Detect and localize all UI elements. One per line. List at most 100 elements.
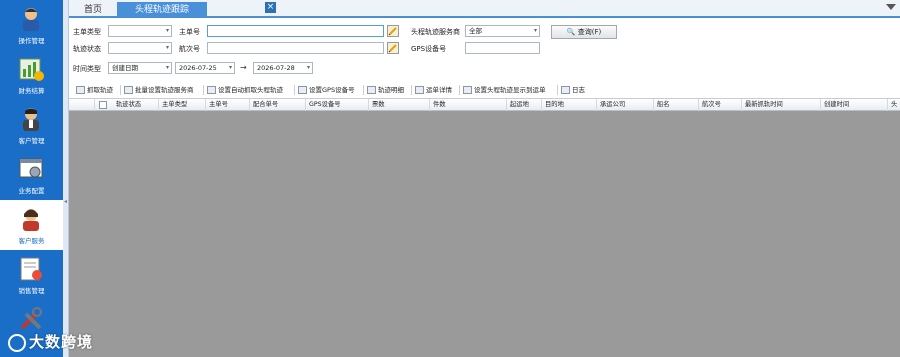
- customer-icon: [23, 108, 39, 131]
- link-icon: [463, 86, 472, 94]
- log-icon: [561, 86, 570, 94]
- track-detail-label: 轨迹明细: [378, 86, 404, 94]
- operator-icon: [23, 8, 39, 31]
- provider-label: 头程轨迹服务商: [411, 28, 460, 36]
- master-no-input[interactable]: [207, 25, 384, 37]
- grid-body[interactable]: [69, 111, 900, 357]
- sidebar: 操作管理 财务结算 客户管理 业务配置 客户服务 销售管理: [0, 0, 70, 357]
- sidebar-item-service[interactable]: 客户服务: [0, 200, 70, 250]
- action-toolbar: 抓取轨迹 批量设置轨迹服务商 设置自动抓取头程轨迹 设置GPS设备号 轨迹明细 …: [69, 82, 900, 97]
- column-header[interactable]: GPS设备号: [306, 99, 369, 111]
- chevron-down-icon: ▾: [165, 64, 169, 71]
- column-header[interactable]: 件数: [430, 99, 507, 111]
- track-detail-button[interactable]: 轨迹明细: [363, 84, 404, 96]
- close-tab-icon[interactable]: ×: [265, 2, 276, 13]
- tab-first-leg-tracking[interactable]: 头程轨迹跟踪: [117, 2, 207, 18]
- finance-icon: [19, 58, 44, 81]
- chevron-down-icon: ▾: [306, 64, 310, 71]
- column-header[interactable]: 主单类型: [159, 99, 206, 111]
- column-header[interactable]: 票数: [369, 99, 430, 111]
- time-type-select[interactable]: 创建日期 ▾: [108, 62, 172, 74]
- pencil-picker-icon[interactable]: [387, 42, 399, 54]
- sidebar-item-sales[interactable]: 销售管理: [0, 250, 63, 300]
- waybill-icon: [415, 86, 424, 94]
- chevron-down-icon: ▾: [533, 27, 537, 34]
- time-type-label: 时间类型: [73, 65, 101, 73]
- sidebar-item-label: 客户服务: [18, 237, 45, 245]
- sidebar-item-label: 客户管理: [18, 137, 45, 145]
- column-header[interactable]: 头: [888, 99, 900, 111]
- show-track-on-waybill-label: 设置头程轨迹显示到运单: [474, 86, 546, 94]
- headset-agent-icon: [23, 209, 39, 231]
- track-status-select[interactable]: ▾: [108, 42, 172, 54]
- date-range-arrow: →: [240, 63, 247, 72]
- watermark-logo-icon: [8, 333, 26, 352]
- date-to-value: 2026-07-28: [257, 64, 295, 72]
- tools-icon: [20, 307, 42, 330]
- auto-fetch-icon: [207, 86, 216, 94]
- show-track-on-waybill-button[interactable]: 设置头程轨迹显示到运单: [459, 84, 546, 96]
- set-gps-button[interactable]: 设置GPS设备号: [294, 84, 355, 96]
- batch-set-provider-button[interactable]: 批量设置轨迹服务商: [120, 84, 194, 96]
- fetch-track-button[interactable]: 抓取轨迹: [76, 84, 113, 96]
- chevron-down-icon: ▾: [165, 44, 169, 51]
- column-header[interactable]: 目的地: [542, 99, 597, 111]
- batch-edit-icon: [124, 86, 133, 94]
- date-to-picker[interactable]: 2026-07-28 ▾: [253, 62, 313, 74]
- sidebar-item-customer[interactable]: 客户管理: [0, 100, 63, 150]
- master-no-label: 主单号: [179, 28, 200, 36]
- sidebar-item-operation[interactable]: 操作管理: [0, 0, 63, 50]
- sidebar-item-label: 业务配置: [18, 187, 45, 195]
- sidebar-item-label: 操作管理: [18, 37, 45, 45]
- select-all-checkbox[interactable]: [99, 101, 107, 109]
- flight-no-input[interactable]: [207, 42, 384, 54]
- batch-set-provider-label: 批量设置轨迹服务商: [135, 86, 194, 94]
- auto-fetch-button[interactable]: 设置自动抓取头程轨迹: [203, 84, 283, 96]
- auto-fetch-label: 设置自动抓取头程轨迹: [218, 86, 283, 94]
- flight-no-label: 航次号: [179, 45, 200, 53]
- master-type-select[interactable]: ▾: [108, 25, 172, 37]
- provider-value: 全部: [469, 27, 482, 35]
- sidebar-item-label: 财务结算: [18, 87, 45, 95]
- sidebar-item-finance[interactable]: 财务结算: [0, 50, 63, 100]
- watermark-text: 大数跨境: [29, 333, 94, 351]
- date-from-picker[interactable]: 2026-07-25 ▾: [175, 62, 235, 74]
- chevron-down-icon: ▾: [228, 64, 232, 71]
- column-header[interactable]: 最新抓轨时间: [742, 99, 821, 111]
- detail-icon: [367, 86, 376, 94]
- log-label: 日志: [572, 86, 585, 94]
- waybill-detail-label: 运单详情: [426, 86, 452, 94]
- watermark: 大数跨境: [8, 331, 93, 352]
- tab-menu-caret-icon[interactable]: [886, 4, 896, 10]
- row-indicator-column: [69, 99, 95, 111]
- waybill-detail-button[interactable]: 运单详情: [411, 84, 452, 96]
- pencil-picker-icon[interactable]: [387, 25, 399, 37]
- sidebar-item-config[interactable]: 业务配置: [0, 150, 63, 200]
- column-header[interactable]: 起运地: [507, 99, 542, 111]
- log-button[interactable]: 日志: [557, 84, 585, 96]
- date-from-value: 2026-07-25: [179, 64, 217, 72]
- column-header[interactable]: 航次号: [699, 99, 742, 111]
- time-type-value: 创建日期: [112, 64, 138, 72]
- filter-panel: 主单类型 ▾ 主单号 头程轨迹服务商 全部 ▾ 🔍 查询(F) 轨迹状态 ▾ 航次…: [69, 20, 900, 82]
- chevron-down-icon: ▾: [165, 27, 169, 34]
- column-header[interactable]: 承运公司: [597, 99, 654, 111]
- tab-bar: 首页 头程轨迹跟踪 ×: [69, 0, 900, 18]
- search-icon: 🔍: [566, 28, 576, 36]
- column-header[interactable]: 配合单号: [250, 99, 306, 111]
- sidebar-item-label: 销售管理: [18, 287, 45, 295]
- query-button[interactable]: 🔍 查询(F): [551, 25, 617, 39]
- fetch-icon: [76, 86, 85, 94]
- collapse-arrow-icon[interactable]: ◂: [64, 198, 67, 205]
- tab-home[interactable]: 首页: [69, 2, 117, 18]
- gps-input[interactable]: [465, 42, 540, 54]
- track-status-label: 轨迹状态: [73, 45, 101, 53]
- provider-select[interactable]: 全部 ▾: [465, 25, 540, 37]
- query-button-label: 查询(F): [577, 28, 602, 36]
- column-header[interactable]: 主单号: [206, 99, 250, 111]
- gps-label: GPS设备号: [411, 45, 447, 53]
- column-header[interactable]: 轨迹状态: [113, 99, 159, 111]
- column-header[interactable]: 创建时间: [821, 99, 888, 111]
- column-header[interactable]: 船名: [654, 99, 699, 111]
- gps-icon: [298, 86, 307, 94]
